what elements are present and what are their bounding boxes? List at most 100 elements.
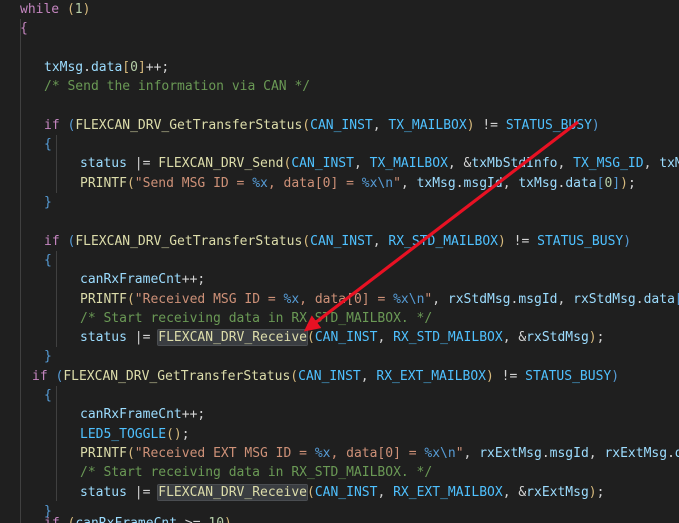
- code-line-comment[interactable]: /* Start receiving data in RX_STD_MAILBO…: [80, 463, 432, 482]
- token-function-highlighted[interactable]: FLEXCAN_DRV_Receive: [157, 329, 308, 347]
- code-line[interactable]: status |= FLEXCAN_DRV_Receive(CAN_INST , …: [80, 328, 604, 347]
- token-paren: ): [623, 233, 632, 249]
- code-line[interactable]: }: [44, 193, 52, 212]
- token-format-spec: %x\n: [361, 175, 394, 191]
- token-paren: (: [302, 117, 311, 133]
- token-macro: CAN_INST: [291, 156, 354, 172]
- code-line[interactable]: if (canRxFrameCnt >= 10): [44, 514, 232, 523]
- code-line[interactable]: {: [44, 135, 52, 154]
- token-field: data: [565, 175, 597, 191]
- token-format-spec: %x\n: [424, 445, 456, 461]
- token-bracket: ]: [137, 59, 146, 75]
- token-operator: ,: [372, 233, 389, 249]
- token-operator: !=: [505, 233, 538, 249]
- code-line[interactable]: PRINTF("Received MSG ID = %x, data[0] = …: [80, 290, 679, 309]
- token-paren: ): [611, 368, 620, 384]
- token-operator: .: [83, 59, 91, 75]
- code-line[interactable]: canRxFrameCnt++;: [80, 270, 205, 289]
- token-operator: .: [635, 291, 644, 307]
- token-function: FLEXCAN_DRV_GetTransferStatus: [75, 233, 303, 249]
- code-line[interactable]: status |= FLEXCAN_DRV_Send(CAN_INST, TX_…: [80, 154, 679, 173]
- token-paren: ): [620, 175, 628, 191]
- code-line[interactable]: }: [44, 347, 52, 366]
- token-keyword: if: [44, 117, 60, 133]
- token-variable: txM: [659, 156, 679, 172]
- token-keyword: if: [44, 233, 60, 249]
- code-line-comment[interactable]: /* Start receiving data in RX_STD_MAILBO…: [80, 309, 432, 328]
- token-operator: ,: [502, 175, 519, 191]
- token-operator: >=: [177, 516, 208, 523]
- token-field: data: [643, 291, 675, 307]
- code-line[interactable]: {: [44, 386, 52, 405]
- token-paren: (: [302, 233, 311, 249]
- code-line[interactable]: status |= FLEXCAN_DRV_Receive(CAN_INST , …: [80, 483, 604, 502]
- code-line[interactable]: if (FLEXCAN_DRV_GetTransferStatus(CAN_IN…: [44, 232, 631, 251]
- token-operator: ;: [181, 426, 190, 442]
- token-operator: ,: [372, 117, 389, 133]
- code-line[interactable]: while (1): [20, 0, 90, 19]
- token-macro: CAN_INST: [310, 117, 373, 133]
- token-function: FLEXCAN_DRV_Send: [158, 156, 284, 172]
- token-brace: {: [44, 388, 52, 403]
- token-paren: ): [224, 516, 232, 523]
- token-operator: ;: [596, 484, 605, 500]
- token-operator: , &: [502, 330, 527, 346]
- code-line-comment[interactable]: /* Send the information via CAN */: [44, 77, 310, 96]
- code-line[interactable]: canRxFrameCnt++;: [80, 405, 205, 424]
- token-operator: !=: [493, 368, 526, 384]
- indent-guide: [56, 251, 57, 347]
- token-variable: rxStdMsg: [447, 291, 511, 307]
- token-macro: STATUS_BUSY: [525, 368, 612, 384]
- token-variable: txMsg: [518, 175, 558, 191]
- token-variable: rxStdMsg: [526, 330, 589, 346]
- token-paren: (: [126, 175, 135, 191]
- code-line[interactable]: PRINTF("Received EXT MSG ID = %x, data[0…: [80, 444, 679, 463]
- token-operator: ,: [588, 445, 605, 461]
- token-keyword: while: [20, 2, 60, 17]
- token-format-spec: %x: [252, 175, 268, 191]
- token-field: data: [90, 59, 123, 75]
- indent-guide: [56, 135, 57, 193]
- token-bracket: ]: [612, 175, 621, 191]
- token-brace: }: [44, 349, 52, 365]
- token-field: msgId: [463, 175, 503, 191]
- token-field: msgId: [549, 445, 589, 461]
- code-line[interactable]: LED5_TOGGLE();: [80, 425, 190, 444]
- token-number: 0: [130, 59, 138, 75]
- token-function-highlighted[interactable]: FLEXCAN_DRV_Receive: [157, 483, 308, 501]
- token-variable: rxExtMsg: [526, 484, 589, 500]
- code-line[interactable]: {: [44, 251, 52, 270]
- indent-guide: [20, 19, 21, 523]
- token-number: 1: [74, 2, 83, 17]
- code-line[interactable]: if (FLEXCAN_DRV_GetTransferStatus(CAN_IN…: [32, 367, 619, 386]
- token-macro: TX_MSG_ID: [573, 156, 644, 172]
- token-paren: (: [307, 484, 315, 500]
- code-line[interactable]: if (FLEXCAN_DRV_GetTransferStatus(CAN_IN…: [44, 116, 600, 135]
- token-operator: ,: [377, 484, 394, 500]
- indent-guide: [56, 386, 57, 501]
- token-paren: (: [307, 330, 315, 346]
- token-macro: RX_EXT_MAILBOX: [376, 368, 486, 384]
- token-operator: ++;: [145, 59, 170, 75]
- code-surface[interactable]: while (1) { txMsg.data[0]++; /* Send the…: [0, 0, 679, 523]
- token-variable: status: [80, 156, 127, 172]
- token-variable: txMsg: [416, 175, 456, 191]
- token-function: FLEXCAN_DRV_GetTransferStatus: [63, 368, 291, 384]
- token-paren: ): [588, 484, 597, 500]
- code-line[interactable]: {: [20, 19, 28, 38]
- token-variable: txMsg: [44, 59, 84, 75]
- token-operator: .: [541, 445, 550, 461]
- token-macro: CAN_INST: [314, 330, 378, 346]
- token-field: msgId: [518, 291, 558, 307]
- code-line[interactable]: PRINTF("Send MSG ID = %x, data[0] = %x\n…: [80, 174, 636, 193]
- code-line[interactable]: txMsg.data[0]++;: [44, 58, 169, 77]
- token-operator: |=: [126, 330, 159, 346]
- token-function: PRINTF: [80, 445, 127, 461]
- token-macro: LED5_TOGGLE: [80, 426, 167, 442]
- token-brace: {: [44, 137, 52, 153]
- token-macro: CAN_INST: [310, 233, 373, 249]
- code-editor[interactable]: while (1) { txMsg.data[0]++; /* Send the…: [0, 0, 679, 523]
- token-macro: STATUS_BUSY: [537, 233, 624, 249]
- token-macro: RX_STD_MAILBOX: [393, 330, 503, 346]
- token-function: PRINTF: [80, 291, 127, 307]
